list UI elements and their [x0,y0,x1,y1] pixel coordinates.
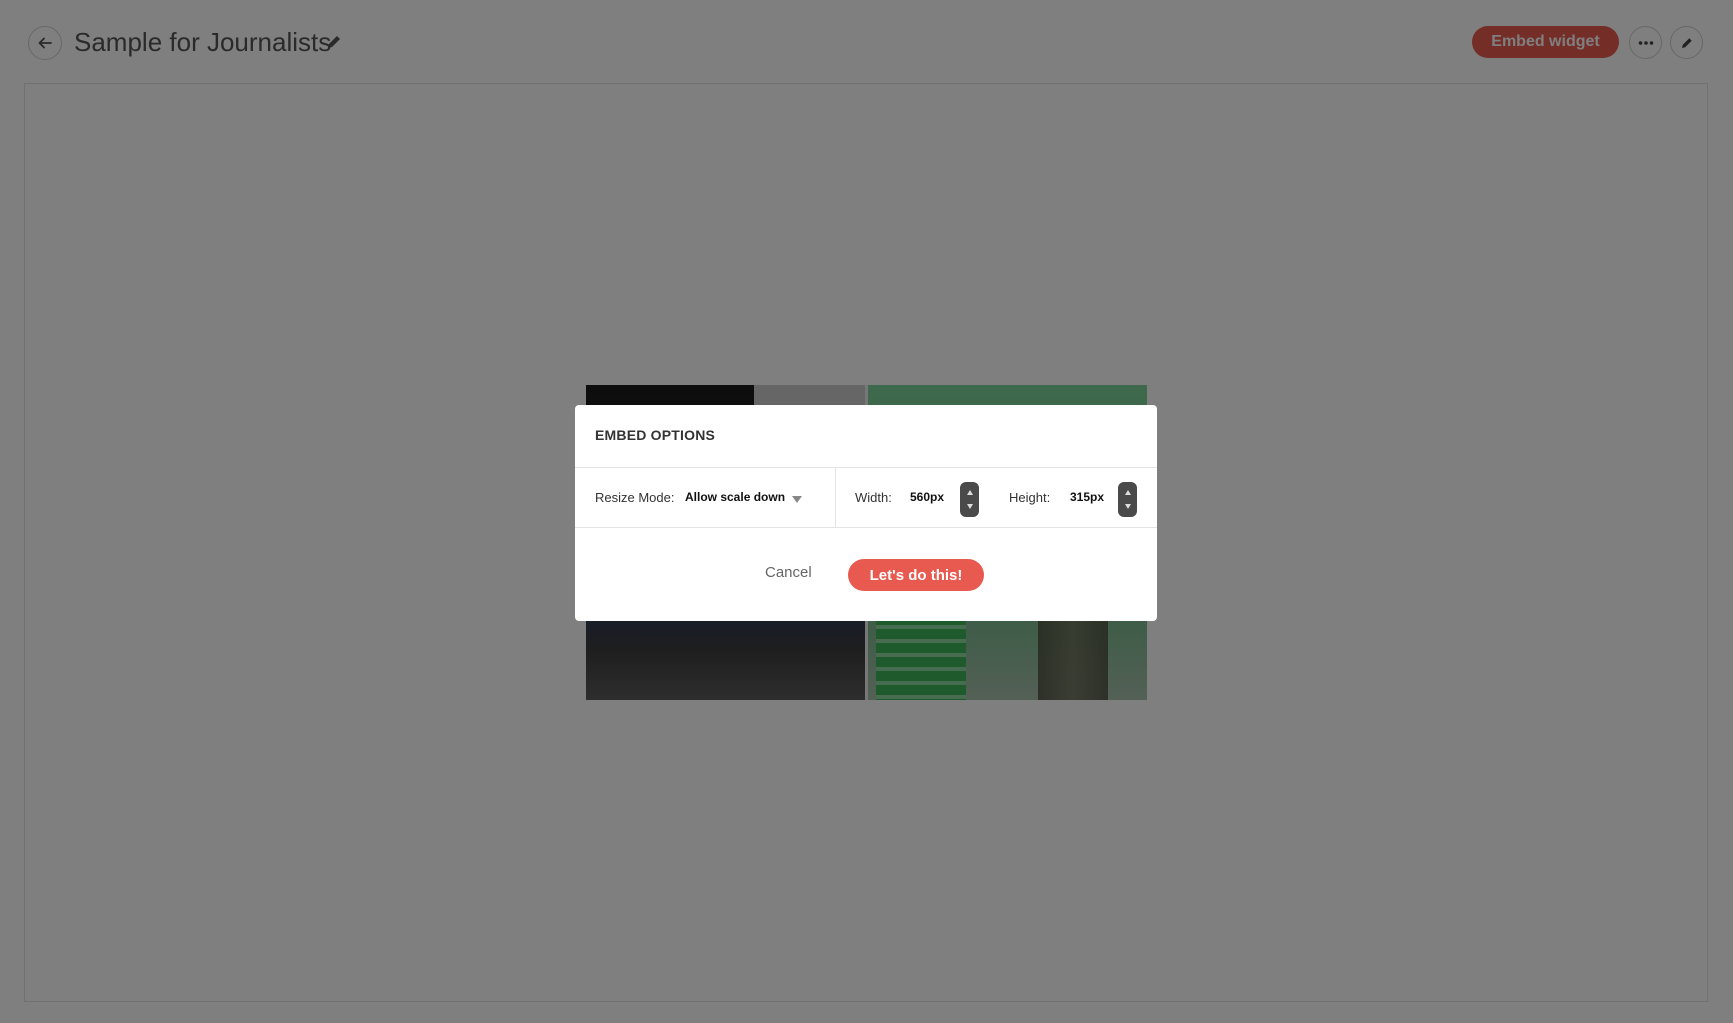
height-stepper[interactable] [1118,482,1137,517]
row-divider [835,468,836,527]
chevron-down-icon[interactable] [792,496,802,503]
confirm-button[interactable]: Let's do this! [848,559,984,591]
stepper-up-icon[interactable] [1124,489,1131,495]
embed-options-row: Resize Mode: Allow scale down Width: 560… [575,467,1157,528]
width-input[interactable]: 560px [910,490,944,504]
stepper-up-icon[interactable] [966,489,973,495]
embed-options-modal: EMBED OPTIONS Resize Mode: Allow scale d… [575,405,1157,621]
width-label: Width: [855,490,892,505]
stepper-down-icon[interactable] [966,504,973,510]
stepper-down-icon[interactable] [1124,504,1131,510]
cancel-button[interactable]: Cancel [765,564,812,581]
resize-mode-select[interactable]: Allow scale down [685,490,785,504]
height-input[interactable]: 315px [1070,490,1104,504]
width-stepper[interactable] [960,482,979,517]
modal-title: EMBED OPTIONS [595,427,716,443]
resize-mode-label: Resize Mode: [595,490,675,505]
height-label: Height: [1009,490,1051,505]
